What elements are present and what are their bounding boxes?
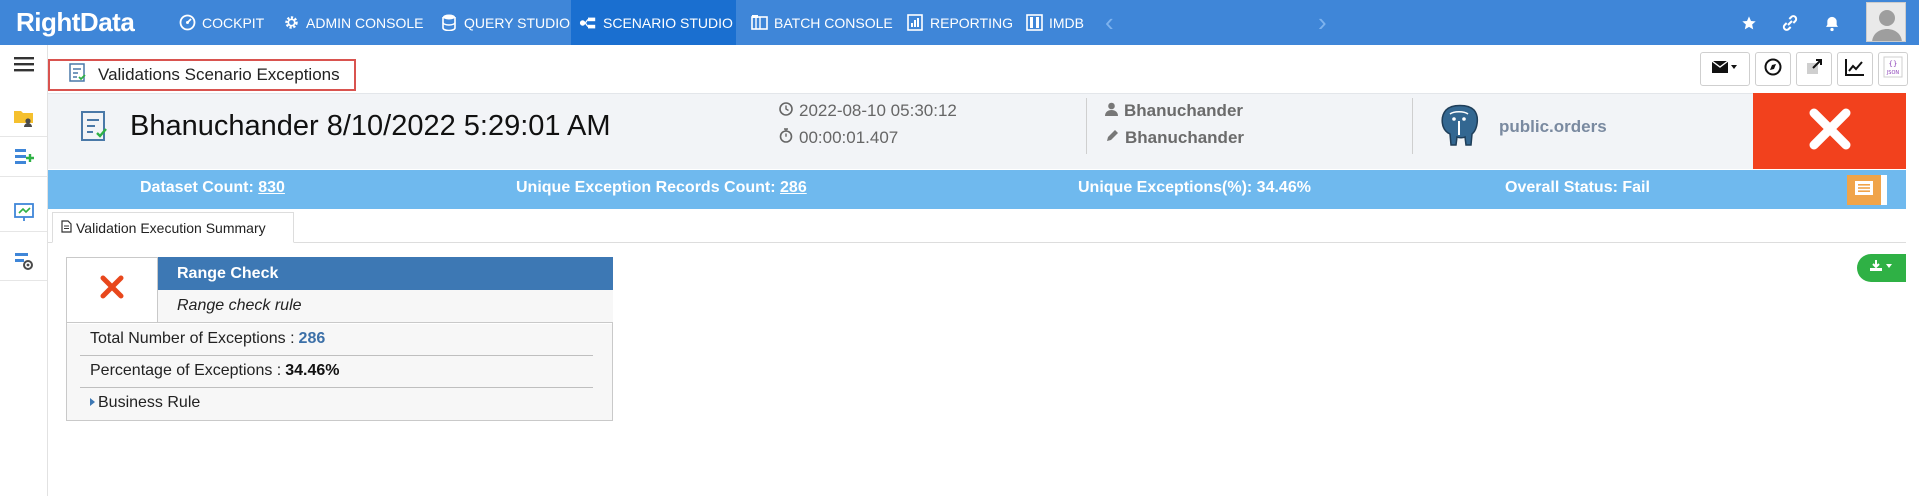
download-icon [1869,259,1894,277]
nav-label: REPORTING [930,14,1013,31]
nav-item-scenario-studio[interactable]: SCENARIO STUDIO [571,0,736,45]
folder-user-icon[interactable] [0,97,47,137]
user-icon [1105,101,1118,121]
email-icon [1711,59,1738,79]
tabs-divider [48,242,1906,243]
top-navbar: RightData COCKPIT ADMIN CONSOLE QUERY ST… [0,0,1919,45]
dataset-count: Dataset Count: 830 [140,179,285,196]
nav-item-query-studio[interactable]: QUERY STUDIO [432,0,578,45]
database-icon [440,14,458,32]
star-icon[interactable] [1738,12,1760,34]
percentage-exceptions-row: Percentage of Exceptions : 34.46% [90,362,340,379]
dataset-count-link[interactable]: 830 [258,179,285,196]
nav-item-batch-console[interactable]: BATCH CONSOLE [742,0,901,45]
json-icon: {} JSON [1883,56,1903,83]
business-rule-toggle[interactable]: Business Rule [90,387,593,419]
svg-text:{}: {} [1889,60,1898,68]
created-by: Bhanuchander [1105,101,1243,121]
datasource-name: public.orders [1499,117,1607,136]
download-dropdown-button[interactable] [1857,254,1906,282]
percentage-exceptions-value: 34.46% [285,362,340,379]
status-fail-indicator [1753,93,1906,169]
presentation-icon[interactable] [0,192,47,232]
json-button[interactable]: {} JSON [1878,52,1908,86]
modified-by: Bhanuchander [1105,128,1244,148]
settings-search-icon[interactable] [0,241,47,281]
unique-exceptions-pct: Unique Exceptions(%): 34.46% [1078,179,1311,196]
total-exceptions-value: 286 [298,330,326,347]
external-link-icon [1805,58,1823,81]
menu-icon[interactable] [0,45,47,83]
link-icon[interactable] [1779,12,1801,34]
divider [1086,98,1087,154]
email-dropdown-button[interactable] [1700,52,1750,86]
run-title: Bhanuchander 8/10/2022 5:29:01 AM [130,110,611,142]
stopwatch-icon [779,128,793,148]
add-list-icon[interactable] [0,137,47,177]
page-title: Validations Scenario Exceptions [48,59,356,91]
nav-label: IMDB [1049,14,1084,31]
scenario-icon [579,14,597,32]
logo-text: RightData [16,6,135,37]
tab-validation-execution-summary[interactable]: Validation Execution Summary [52,212,294,243]
card-status-cell [66,257,158,323]
nav-item-reporting[interactable]: REPORTING [898,0,1021,45]
bell-icon[interactable] [1821,12,1843,34]
run-doc-icon [79,110,113,149]
clock-icon [779,101,793,121]
overall-status: Overall Status: Fail [1505,179,1650,196]
pencil-icon [1105,128,1119,148]
tab-label: Validation Execution Summary [76,219,266,236]
line-chart-icon [1845,58,1865,81]
external-link-button[interactable] [1796,52,1832,86]
total-exceptions-row: Total Number of Exceptions : 286 [90,330,326,347]
imdb-icon [1025,14,1043,32]
svg-text:JSON: JSON [1886,70,1900,76]
nav-item-admin-console[interactable]: ADMIN CONSOLE [274,0,431,45]
nav-label: ADMIN CONSOLE [306,14,424,31]
list-icon [1855,180,1873,200]
nav-scroll-right-icon[interactable]: › [1318,8,1327,36]
compass-button[interactable] [1755,52,1791,86]
run-duration: 00:00:01.407 [779,128,898,148]
line-chart-button[interactable] [1837,52,1873,86]
nav-label: COCKPIT [202,14,265,31]
validation-doc-icon [68,62,88,88]
left-sidebar [0,45,48,496]
run-timestamp: 2022-08-10 05:30:12 [779,101,957,121]
nav-scroll-left-icon[interactable]: ‹ [1105,8,1114,36]
unique-records-link[interactable]: 286 [780,179,807,196]
dashboard-icon [178,14,196,32]
batch-icon [750,14,768,32]
compass-icon [1764,58,1782,81]
card-title: Range Check [158,257,613,290]
nav-label: SCENARIO STUDIO [603,14,733,31]
notes-button[interactable] [1847,175,1887,205]
report-icon [906,14,924,32]
page-title-text: Validations Scenario Exceptions [98,65,340,84]
fail-icon [99,274,125,305]
nav-label: QUERY STUDIO [464,14,571,31]
divider [1412,98,1413,154]
postgresql-icon [1438,104,1480,153]
nav-item-cockpit[interactable]: COCKPIT [170,0,272,45]
document-icon [61,219,72,236]
nav-item-imdb[interactable]: IMDB [1017,0,1092,45]
avatar[interactable] [1866,2,1906,42]
card-subtitle: Range check rule [158,290,613,323]
app-logo[interactable]: RightData [16,4,135,40]
close-icon [1807,106,1853,157]
nav-label: BATCH CONSOLE [774,14,893,31]
caret-right-icon [90,394,96,412]
gear-icon [282,14,300,32]
unique-exception-records-count: Unique Exception Records Count: 286 [516,179,807,196]
